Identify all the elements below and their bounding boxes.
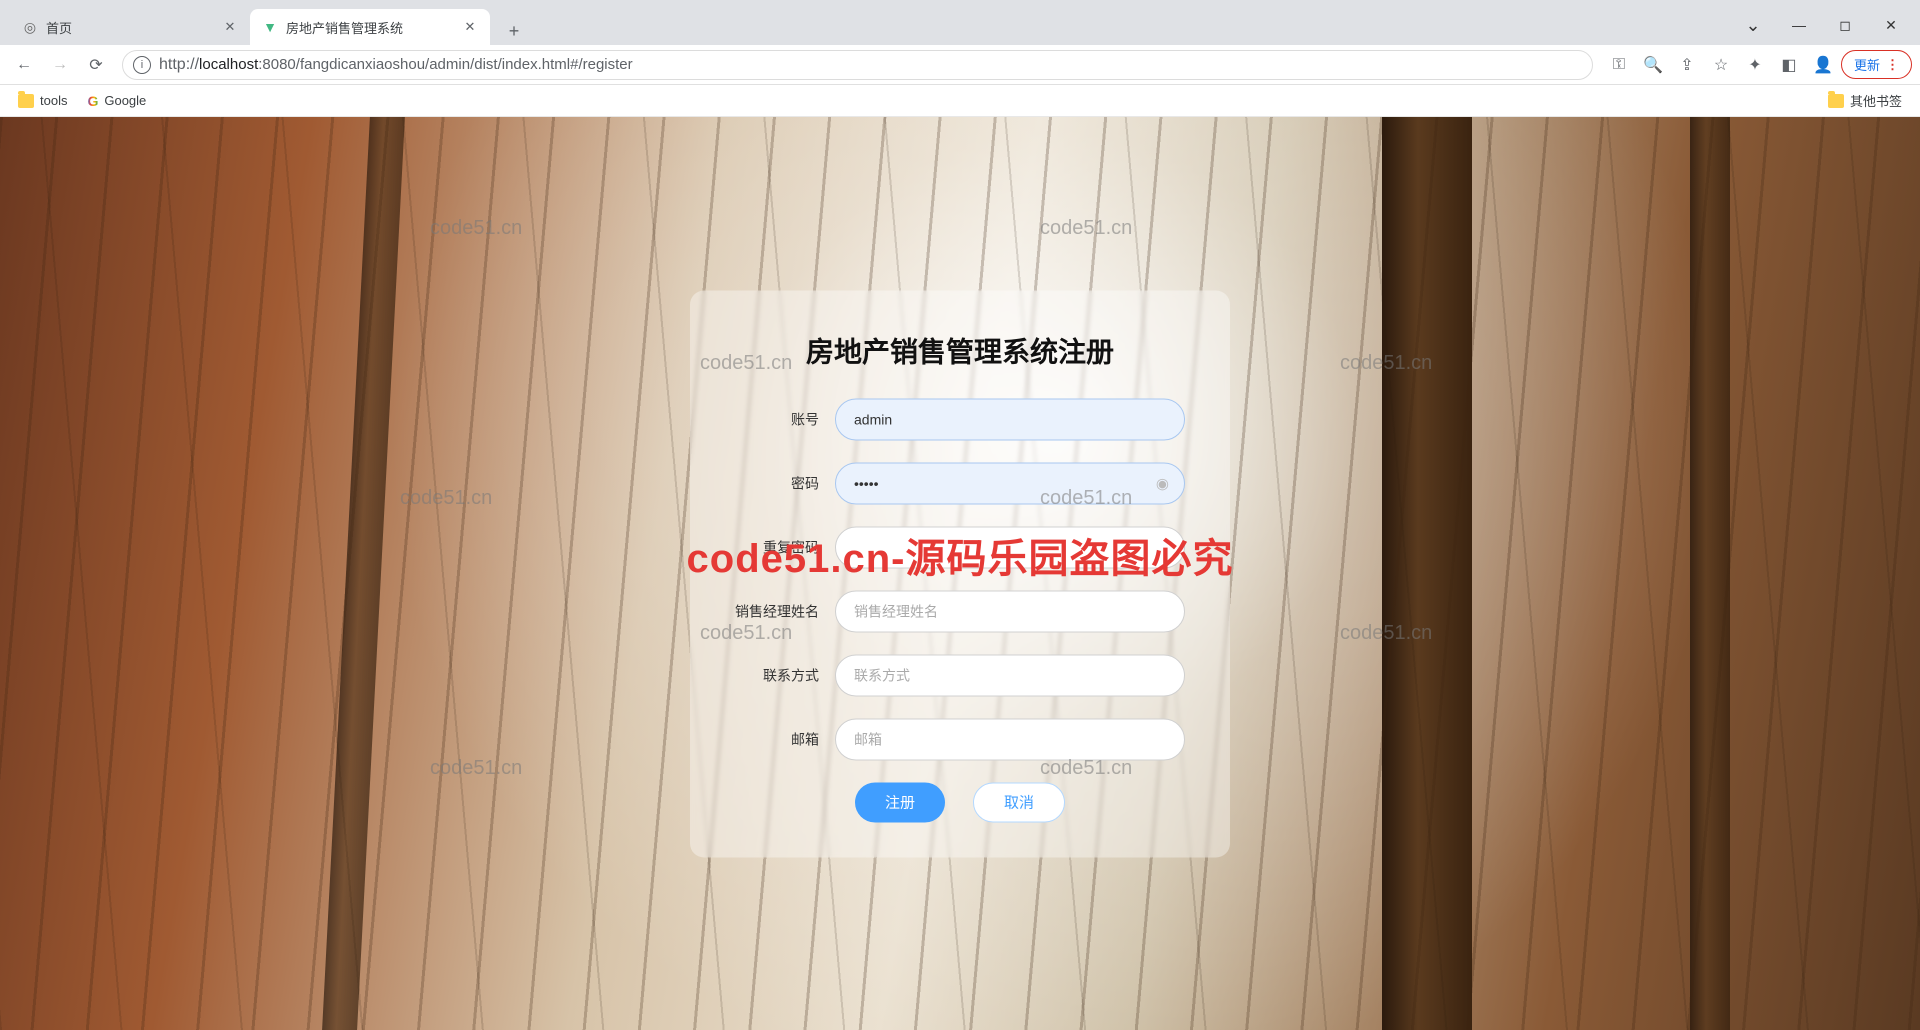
vue-icon: ▼	[262, 19, 278, 35]
close-icon[interactable]: ✕	[462, 19, 478, 35]
email-input[interactable]	[835, 718, 1185, 760]
zoom-icon[interactable]: 🔍	[1637, 49, 1669, 81]
site-info-icon[interactable]: i	[133, 56, 151, 74]
forward-button[interactable]: →	[44, 49, 76, 81]
row-password: 密码 ◉	[735, 462, 1185, 504]
row-email: 邮箱	[735, 718, 1185, 760]
label-email: 邮箱	[735, 729, 835, 749]
row-contact: 联系方式	[735, 654, 1185, 696]
bookmark-star-icon[interactable]: ☆	[1705, 49, 1737, 81]
browser-chrome: ◎ 首页 ✕ ▼ 房地产销售管理系统 ✕ + ⌄ — ◻ ✕ ← → ⟳ i h…	[0, 0, 1920, 117]
register-button[interactable]: 注册	[855, 782, 945, 822]
minimize-button[interactable]: —	[1776, 5, 1822, 45]
label-repeat: 重复密码	[735, 537, 835, 557]
tab-title: 房地产销售管理系统	[286, 18, 456, 37]
new-tab-button[interactable]: +	[500, 17, 528, 45]
repeat-password-input[interactable]	[835, 526, 1185, 568]
update-button[interactable]: 更新⋮	[1841, 50, 1912, 79]
profile-avatar-icon[interactable]: 👤	[1807, 49, 1839, 81]
globe-icon: ◎	[22, 19, 38, 35]
url-text: http://localhost:8080/fangdicanxiaoshou/…	[159, 56, 633, 74]
menu-dots-icon: ⋮	[1886, 57, 1899, 73]
folder-icon	[1828, 94, 1844, 108]
row-repeat-password: 重复密码	[735, 526, 1185, 568]
window-controls: ⌄ — ◻ ✕	[1730, 5, 1920, 45]
tabstrip: ◎ 首页 ✕ ▼ 房地产销售管理系统 ✕ + ⌄ — ◻ ✕	[0, 0, 1920, 45]
share-icon[interactable]: ⇪	[1671, 49, 1703, 81]
reload-button[interactable]: ⟳	[80, 49, 112, 81]
page-title: 房地产销售管理系统注册	[735, 330, 1185, 370]
tab-dropdown-button[interactable]: ⌄	[1730, 5, 1776, 45]
password-input[interactable]	[835, 462, 1185, 504]
password-key-icon[interactable]: ⚿	[1603, 49, 1635, 81]
tab-home[interactable]: ◎ 首页 ✕	[10, 9, 250, 45]
folder-icon	[18, 94, 34, 108]
address-bar[interactable]: i http://localhost:8080/fangdicanxiaosho…	[122, 50, 1593, 80]
bookmarks-bar: tools G Google 其他书签	[0, 85, 1920, 117]
window-close-button[interactable]: ✕	[1868, 5, 1914, 45]
label-username: 账号	[735, 409, 835, 429]
page-viewport: code51.cn code51.cn code51.cn code51.cn …	[0, 117, 1920, 1030]
bookmark-other[interactable]: 其他书签	[1828, 91, 1902, 110]
maximize-button[interactable]: ◻	[1822, 5, 1868, 45]
eye-icon[interactable]: ◉	[1156, 474, 1169, 492]
tab-title: 首页	[46, 18, 216, 37]
extensions-icon[interactable]: ✦	[1739, 49, 1771, 81]
username-input[interactable]	[835, 398, 1185, 440]
row-manager: 销售经理姓名	[735, 590, 1185, 632]
contact-input[interactable]	[835, 654, 1185, 696]
close-icon[interactable]: ✕	[222, 19, 238, 35]
label-password: 密码	[735, 473, 835, 493]
manager-name-input[interactable]	[835, 590, 1185, 632]
bookmark-google[interactable]: G Google	[87, 93, 146, 109]
label-manager: 销售经理姓名	[735, 601, 835, 621]
toolbar: ← → ⟳ i http://localhost:8080/fangdicanx…	[0, 45, 1920, 85]
bookmark-tools[interactable]: tools	[18, 93, 67, 108]
tab-app[interactable]: ▼ 房地产销售管理系统 ✕	[250, 9, 490, 45]
cancel-button[interactable]: 取消	[973, 782, 1065, 822]
row-username: 账号	[735, 398, 1185, 440]
sidepanel-icon[interactable]: ◧	[1773, 49, 1805, 81]
label-contact: 联系方式	[735, 665, 835, 685]
register-card: 房地产销售管理系统注册 账号 密码 ◉ 重复密码 销售经理姓名	[690, 290, 1230, 857]
back-button[interactable]: ←	[8, 49, 40, 81]
google-icon: G	[87, 93, 98, 109]
